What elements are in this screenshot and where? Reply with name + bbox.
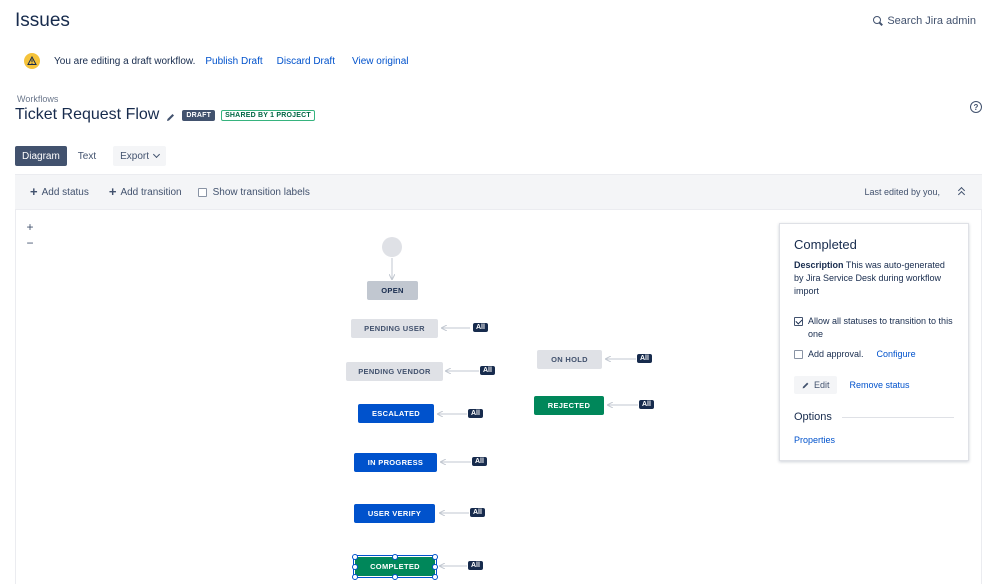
global-transition-all[interactable]: All bbox=[639, 400, 654, 409]
start-node[interactable] bbox=[382, 237, 402, 257]
allow-all-checkbox[interactable] bbox=[794, 317, 803, 326]
add-approval-option[interactable]: Add approval. Configure bbox=[794, 348, 954, 361]
status-open[interactable]: OPEN bbox=[367, 281, 418, 300]
global-transition-all[interactable]: All bbox=[473, 323, 488, 332]
resize-handle[interactable] bbox=[432, 574, 438, 580]
divider bbox=[841, 416, 954, 418]
status-escalated[interactable]: ESCALATED bbox=[358, 404, 434, 423]
panel-title: Completed bbox=[794, 237, 857, 252]
resize-handle[interactable] bbox=[352, 554, 358, 560]
status-on-hold[interactable]: ON HOLD bbox=[537, 350, 602, 369]
pencil-icon bbox=[802, 382, 809, 388]
status-in-progress[interactable]: IN PROGRESS bbox=[354, 453, 437, 472]
properties-link[interactable]: Properties bbox=[794, 435, 835, 445]
configure-link[interactable]: Configure bbox=[877, 348, 916, 361]
resize-handle[interactable] bbox=[352, 564, 358, 570]
remove-status-link[interactable]: Remove status bbox=[850, 380, 910, 390]
global-transition-all[interactable]: All bbox=[468, 561, 483, 570]
allow-all-label: Allow all statuses to transition to this… bbox=[808, 316, 953, 339]
resize-handle[interactable] bbox=[432, 554, 438, 560]
resize-handle[interactable] bbox=[432, 564, 438, 570]
global-transition-all[interactable]: All bbox=[470, 508, 485, 517]
status-user-verify[interactable]: USER VERIFY bbox=[354, 504, 435, 523]
status-pending-user[interactable]: PENDING USER bbox=[351, 319, 438, 338]
options-heading: Options bbox=[794, 411, 954, 423]
status-properties-panel: Completed Description This was auto-gene… bbox=[779, 223, 969, 461]
allow-all-option[interactable]: Allow all statuses to transition to this… bbox=[794, 315, 954, 341]
status-rejected[interactable]: REJECTED bbox=[534, 396, 604, 415]
resize-handle[interactable] bbox=[392, 574, 398, 580]
resize-handle[interactable] bbox=[352, 574, 358, 580]
edit-label: Edit bbox=[814, 380, 830, 390]
edit-button[interactable]: Edit bbox=[794, 376, 837, 394]
status-pending-vendor[interactable]: PENDING VENDOR bbox=[346, 362, 443, 381]
global-transition-all[interactable]: All bbox=[480, 366, 495, 375]
add-approval-checkbox[interactable] bbox=[794, 350, 803, 359]
panel-actions: Edit Remove status bbox=[794, 376, 954, 394]
global-transition-all[interactable]: All bbox=[637, 354, 652, 363]
options-heading-label: Options bbox=[794, 411, 832, 423]
add-approval-label: Add approval. bbox=[808, 349, 864, 359]
resize-handle[interactable] bbox=[392, 554, 398, 560]
global-transition-all[interactable]: All bbox=[468, 409, 483, 418]
panel-description: Description This was auto-generated by J… bbox=[794, 259, 954, 298]
description-label: Description bbox=[794, 260, 844, 270]
global-transition-all[interactable]: All bbox=[472, 457, 487, 466]
